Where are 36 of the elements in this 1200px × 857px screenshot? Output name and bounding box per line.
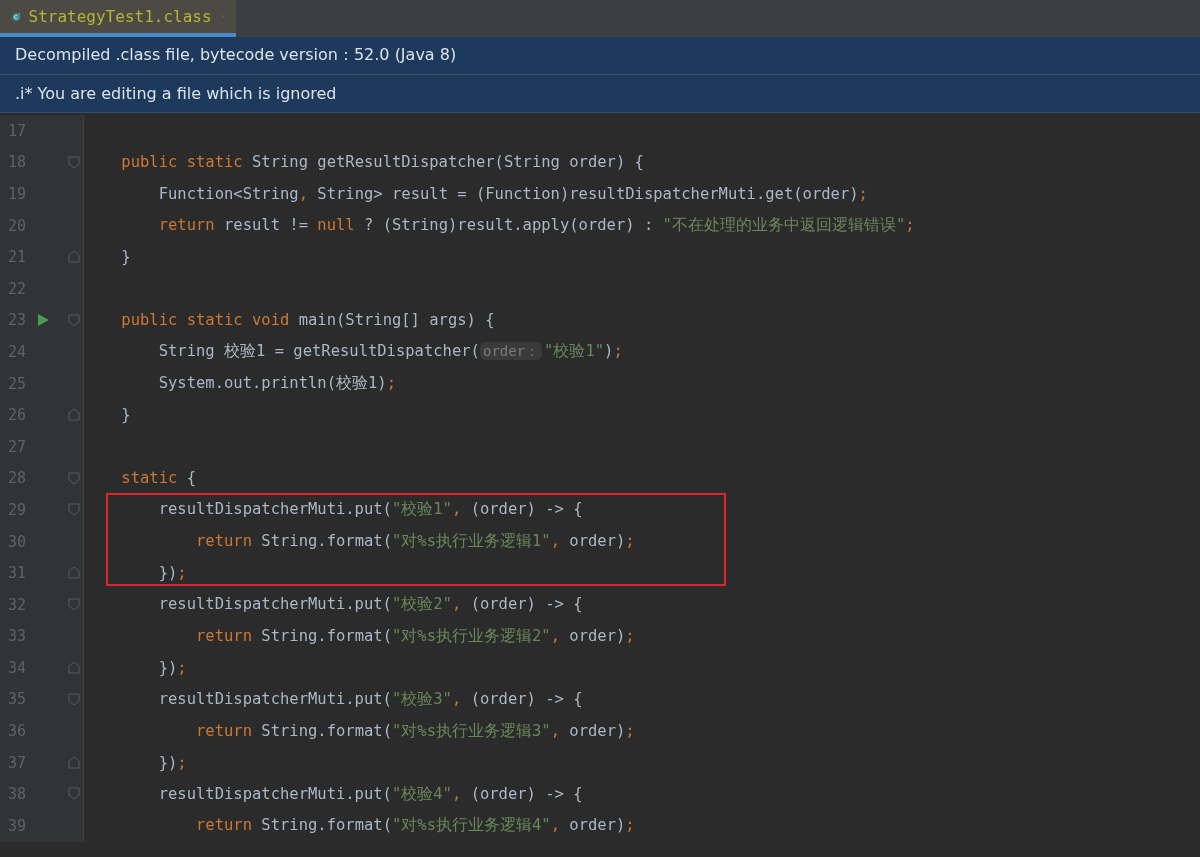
code-line: resultDispatcherMuti.put("校验4", (order) -> { bbox=[157, 783, 583, 805]
run-icon[interactable] bbox=[38, 314, 49, 327]
code-line: return String.format("对%s执行业务逻辑3", order); bbox=[194, 720, 635, 742]
code-line: return String.format("对%s执行业务逻辑1", order); bbox=[194, 531, 635, 552]
code-line: }); bbox=[157, 564, 187, 583]
fold-marker-icon[interactable] bbox=[68, 155, 80, 169]
code-line: resultDispatcherMuti.put("校验3", (order) -> { bbox=[157, 689, 583, 710]
file-tab[interactable]: StrategyTest1.class bbox=[0, 0, 236, 37]
code-line: public static void main(String[] args) { bbox=[120, 311, 495, 330]
code-line: return result != null ? (String)result.apply(order) : "不在处理的业务中返回逻辑错误"; bbox=[157, 215, 915, 237]
code-line: System.out.println(校验1); bbox=[157, 373, 396, 395]
fold-marker-icon[interactable] bbox=[68, 787, 80, 801]
fold-marker-icon[interactable] bbox=[68, 692, 80, 706]
code-line: return String.format("对%s执行业务逻辑4", order); bbox=[194, 815, 635, 837]
code-line: String 校验1 = getResultDispatcher( order： "校验1"); bbox=[157, 341, 623, 363]
fold-marker-icon[interactable] bbox=[68, 313, 80, 327]
fold-marker-icon[interactable] bbox=[68, 503, 80, 517]
code-line: resultDispatcherMuti.put("校验2", (order) -> { bbox=[157, 594, 583, 616]
code-line: } bbox=[120, 248, 131, 267]
notification-banner: .i* You are editing a file which is ignored bbox=[0, 75, 1200, 113]
fold-marker-icon[interactable] bbox=[68, 408, 80, 422]
code-line: Function<String, String> result = (Function)resultDispatcherMuti.get(order); bbox=[157, 185, 868, 203]
fold-marker-icon[interactable] bbox=[68, 250, 80, 264]
code-line: return String.format("对%s执行业务逻辑2", order); bbox=[194, 625, 635, 647]
code-line: }); bbox=[157, 753, 187, 772]
notification-banner: Decompiled .class file, bytecode version：52.0 (Java 8) bbox=[0, 37, 1200, 75]
code-line: }); bbox=[157, 658, 187, 677]
code-line: } bbox=[120, 406, 131, 425]
fold-marker-icon[interactable] bbox=[68, 471, 80, 485]
fold-marker-icon[interactable] bbox=[68, 755, 80, 769]
fold-marker-icon[interactable] bbox=[68, 661, 80, 675]
fold-marker-icon[interactable] bbox=[68, 566, 80, 580]
code-line: resultDispatcherMuti.put("校验1", (order) -> { bbox=[157, 499, 583, 521]
fold-marker-icon[interactable] bbox=[68, 597, 80, 611]
code-line: static { bbox=[120, 469, 196, 488]
code-line: public static String getResultDispatcher(String order) { bbox=[120, 153, 644, 172]
